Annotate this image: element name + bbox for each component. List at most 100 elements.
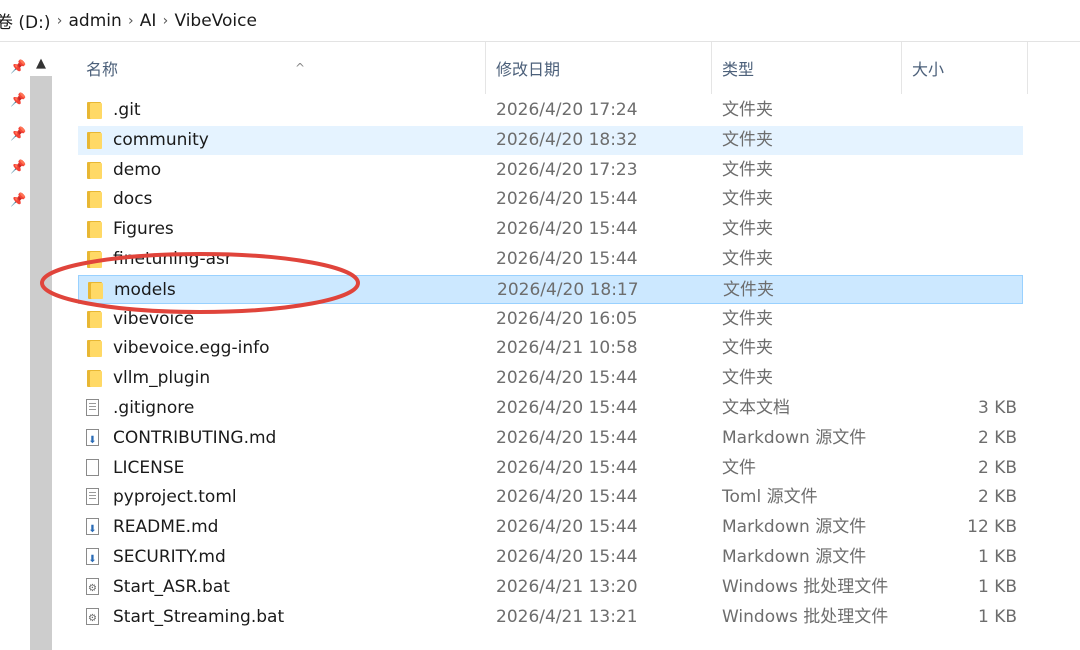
breadcrumb-drive[interactable]: 卷 (D:) <box>0 8 51 33</box>
chevron-right-icon[interactable]: › <box>122 13 140 29</box>
file-type: 文件夹 <box>723 280 774 300</box>
file-type: 文件夹 <box>722 100 773 120</box>
file-row[interactable]: community 2026/4/20 18:32 文件夹 <box>78 126 1023 155</box>
batch-file-icon: ⚙ <box>84 608 100 627</box>
file-type: 文本文档 <box>722 398 790 418</box>
text-file-icon <box>84 488 100 507</box>
folder-icon <box>84 102 102 120</box>
column-header-type[interactable]: 类型 <box>712 42 902 94</box>
file-date: 2026/4/20 17:23 <box>496 160 638 180</box>
file-name: .gitignore <box>113 398 195 418</box>
file-row[interactable]: demo 2026/4/20 17:23 文件夹 <box>78 156 1023 185</box>
file-date: 2026/4/20 16:05 <box>496 309 638 329</box>
file-row[interactable]: vibevoice.egg-info 2026/4/21 10:58 文件夹 <box>78 334 1023 363</box>
text-file-icon <box>84 399 100 418</box>
column-header-name-label: 名称 <box>86 60 119 79</box>
file-date: 2026/4/20 15:44 <box>496 517 638 537</box>
file-date: 2026/4/20 15:44 <box>496 368 638 388</box>
file-name: vllm_plugin <box>113 368 211 388</box>
file-name: vibevoice.egg-info <box>113 338 270 358</box>
file-type: Markdown 源文件 <box>722 547 867 567</box>
file-name: demo <box>113 160 162 180</box>
file-row[interactable]: vibevoice 2026/4/20 16:05 文件夹 <box>78 305 1023 334</box>
file-row[interactable]: .gitignore 2026/4/20 15:44 文本文档 3 KB <box>78 394 1023 423</box>
folder-icon <box>84 221 102 239</box>
file-row[interactable]: .git 2026/4/20 17:24 文件夹 <box>78 96 1023 125</box>
scroll-up-arrow-icon[interactable]: ▲ <box>30 52 52 76</box>
file-row[interactable]: Figures 2026/4/20 15:44 文件夹 <box>78 215 1023 244</box>
file-type: 文件夹 <box>722 219 773 239</box>
batch-file-icon: ⚙ <box>84 578 100 597</box>
folder-icon <box>84 311 102 329</box>
file-name: Figures <box>113 219 174 239</box>
pin-icon[interactable]: 📌 <box>10 93 26 109</box>
file-name: vibevoice <box>113 309 195 329</box>
file-size: 2 KB <box>977 428 1017 448</box>
file-row[interactable]: ⬇ README.md 2026/4/20 15:44 Markdown 源文件 12 … <box>78 513 1023 542</box>
column-header-date[interactable]: 修改日期 <box>486 42 712 94</box>
file-date: 2026/4/21 13:21 <box>496 607 638 627</box>
address-bar[interactable]: 卷 (D:) › admin › AI › VibeVoice <box>0 0 1080 42</box>
pin-icon[interactable]: 📌 <box>10 160 26 176</box>
file-size: 2 KB <box>977 487 1017 507</box>
chevron-right-icon[interactable]: › <box>51 13 69 29</box>
file-row[interactable]: ⚙ Start_Streaming.bat 2026/4/21 13:21 Windo… <box>78 603 1023 632</box>
file-size: 3 KB <box>977 398 1017 418</box>
blank-file-icon <box>84 459 100 478</box>
file-date: 2026/4/21 13:20 <box>496 577 638 597</box>
file-type: 文件夹 <box>722 309 773 329</box>
pin-icon[interactable]: 📌 <box>10 193 26 209</box>
file-size: 2 KB <box>977 458 1017 478</box>
file-type: 文件 <box>722 458 756 478</box>
file-name: SECURITY.md <box>113 547 226 567</box>
folder-icon <box>85 282 103 300</box>
breadcrumb-vibevoice[interactable]: VibeVoice <box>174 11 256 31</box>
markdown-file-icon: ⬇ <box>84 429 100 448</box>
file-date: 2026/4/20 15:44 <box>496 547 638 567</box>
file-date: 2026/4/20 15:44 <box>496 487 638 507</box>
file-row[interactable]: pyproject.toml 2026/4/20 15:44 Toml 源文件 2 K… <box>78 483 1023 512</box>
file-name: pyproject.toml <box>113 487 237 507</box>
column-header-date-label: 修改日期 <box>496 60 561 79</box>
file-type: 文件夹 <box>722 160 773 180</box>
file-type: Markdown 源文件 <box>722 428 867 448</box>
file-type: 文件夹 <box>722 189 773 209</box>
file-size: 1 KB <box>977 547 1017 567</box>
file-date: 2026/4/20 15:44 <box>496 428 638 448</box>
file-type: 文件夹 <box>722 130 773 150</box>
file-row[interactable]: ⚙ Start_ASR.bat 2026/4/21 13:20 Windows 批处理… <box>78 573 1023 602</box>
file-name: community <box>113 130 209 150</box>
file-size: 1 KB <box>977 607 1017 627</box>
pin-icon[interactable]: 📌 <box>10 127 26 143</box>
file-name: LICENSE <box>113 458 185 478</box>
file-row[interactable]: ⬇ CONTRIBUTING.md 2026/4/20 15:44 Markdown … <box>78 424 1023 453</box>
file-name: Start_ASR.bat <box>113 577 230 597</box>
file-row[interactable]: ⬇ SECURITY.md 2026/4/20 15:44 Markdown 源文件 1… <box>78 543 1023 572</box>
file-type: Windows 批处理文件 <box>722 577 889 597</box>
file-row[interactable]: models 2026/4/20 18:17 文件夹 <box>78 275 1023 304</box>
column-header-size-label: 大小 <box>912 60 945 79</box>
file-date: 2026/4/20 15:44 <box>496 398 638 418</box>
file-type: 文件夹 <box>722 338 773 358</box>
nav-scrollbar-thumb[interactable] <box>30 76 52 650</box>
folder-icon <box>84 162 102 180</box>
breadcrumb-admin[interactable]: admin <box>69 11 122 31</box>
folder-icon <box>84 132 102 150</box>
file-date: 2026/4/20 18:32 <box>496 130 638 150</box>
file-row[interactable]: LICENSE 2026/4/20 15:44 文件 2 KB <box>78 454 1023 483</box>
file-row[interactable]: finetuning-asr 2026/4/20 15:44 文件夹 <box>78 245 1023 274</box>
pin-icon[interactable]: 📌 <box>10 60 26 76</box>
file-name: CONTRIBUTING.md <box>113 428 277 448</box>
file-date: 2026/4/20 15:44 <box>496 189 638 209</box>
folder-icon <box>84 191 102 209</box>
file-row[interactable]: vllm_plugin 2026/4/20 15:44 文件夹 <box>78 364 1023 393</box>
file-name: Start_Streaming.bat <box>113 607 285 627</box>
markdown-file-icon: ⬇ <box>84 518 100 537</box>
file-date: 2026/4/21 10:58 <box>496 338 638 358</box>
chevron-right-icon[interactable]: › <box>156 13 174 29</box>
file-row[interactable]: docs 2026/4/20 15:44 文件夹 <box>78 185 1023 214</box>
breadcrumb-ai[interactable]: AI <box>140 11 157 31</box>
column-header-size[interactable]: 大小 <box>902 42 1028 94</box>
file-name: README.md <box>113 517 219 537</box>
column-header-name[interactable]: 名称 ^ <box>76 42 486 94</box>
